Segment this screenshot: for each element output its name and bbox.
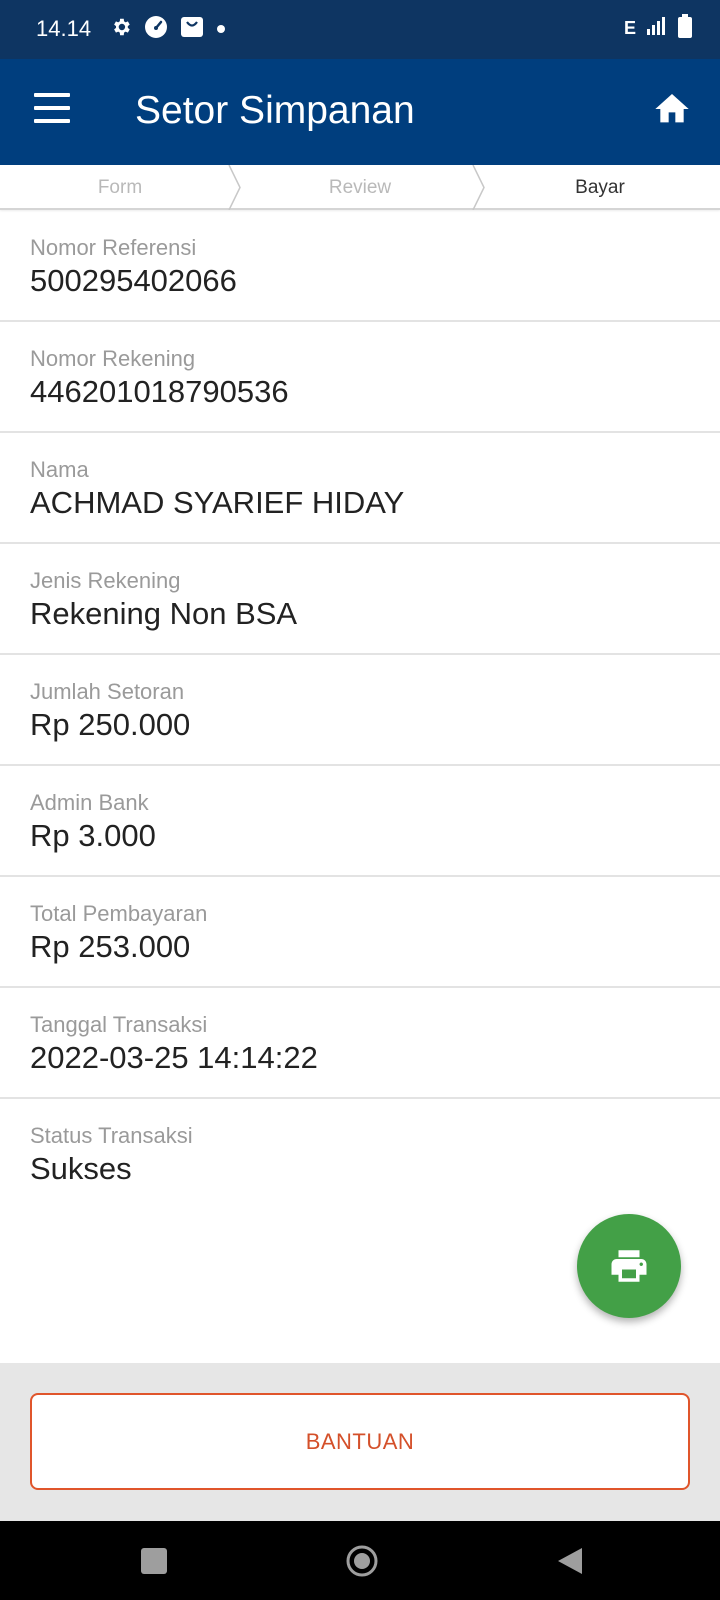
detail-label: Jenis Rekening xyxy=(30,568,181,593)
recent-apps-icon[interactable] xyxy=(141,1548,167,1574)
system-icons: E xyxy=(624,14,692,43)
detail-label: Status Transaksi xyxy=(30,1123,193,1148)
printer-icon xyxy=(611,1250,647,1282)
detail-row-account-number: Nomor Rekening 446201018790536 xyxy=(0,322,720,433)
dot-icon xyxy=(216,21,226,39)
bottom-action-area: BANTUAN xyxy=(0,1363,720,1521)
home-icon xyxy=(655,94,689,123)
shopping-bag-icon xyxy=(180,15,204,44)
detail-label: Total Pembayaran xyxy=(30,901,208,926)
network-type: E xyxy=(623,18,636,38)
detail-value: 500295402066 xyxy=(30,263,237,298)
detail-label: Tanggal Transaksi xyxy=(30,1012,208,1037)
print-button[interactable] xyxy=(577,1214,681,1318)
menu-icon xyxy=(34,93,70,97)
nav-home-icon[interactable] xyxy=(345,1544,379,1578)
step-form: Form xyxy=(97,176,143,198)
detail-row-name: Nama ACHMAD SYARIEF HIDAY xyxy=(0,433,720,544)
speedometer-icon xyxy=(144,15,168,44)
status-bar: 14.14 E xyxy=(0,0,720,59)
help-button[interactable]: BANTUAN xyxy=(30,1393,690,1490)
menu-button[interactable] xyxy=(30,93,74,133)
gear-icon xyxy=(110,16,132,43)
transaction-details: Nomor Referensi 500295402066 Nomor Reken… xyxy=(0,211,720,1210)
progress-stepper: Form Review Bayar xyxy=(0,165,720,210)
back-icon[interactable] xyxy=(556,1546,584,1576)
detail-value: Rp 3.000 xyxy=(30,818,156,853)
detail-row-account-type: Jenis Rekening Rekening Non BSA xyxy=(0,544,720,655)
detail-value: ACHMAD SYARIEF HIDAY xyxy=(30,485,405,520)
detail-label: Admin Bank xyxy=(30,790,149,815)
detail-row-total-payment: Total Pembayaran Rp 253.000 xyxy=(0,877,720,988)
detail-value: Rp 250.000 xyxy=(30,707,191,742)
detail-value: Sukses xyxy=(30,1151,132,1186)
detail-value: Rp 253.000 xyxy=(30,929,191,964)
battery-icon xyxy=(678,14,692,43)
detail-value: Rekening Non BSA xyxy=(30,596,298,631)
detail-value: 446201018790536 xyxy=(30,374,289,409)
detail-label: Nomor Rekening xyxy=(30,346,196,371)
notification-icons xyxy=(110,15,226,44)
menu-icon-bar xyxy=(34,119,70,123)
detail-label: Nama xyxy=(30,457,89,482)
detail-row-deposit-amount: Jumlah Setoran Rp 250.000 xyxy=(0,655,720,766)
detail-label: Nomor Referensi xyxy=(30,235,197,260)
detail-row-admin-fee: Admin Bank Rp 3.000 xyxy=(0,766,720,877)
detail-row-transaction-date: Tanggal Transaksi 2022-03-25 14:14:22 xyxy=(0,988,720,1099)
step-review: Review xyxy=(328,176,392,198)
detail-row-reference: Nomor Referensi 500295402066 xyxy=(0,211,720,322)
app-bar: Setor Simpanan xyxy=(0,59,720,165)
status-time: 14.14 xyxy=(36,16,92,41)
detail-label: Jumlah Setoran xyxy=(30,679,185,704)
detail-value: 2022-03-25 14:14:22 xyxy=(30,1040,318,1075)
detail-row-transaction-status: Status Transaksi Sukses xyxy=(0,1099,720,1210)
system-nav-bar xyxy=(0,1521,720,1600)
signal-icon xyxy=(646,15,668,42)
page-title: Setor Simpanan xyxy=(135,89,415,132)
step-bayar: Bayar xyxy=(575,176,625,198)
menu-icon-bar xyxy=(34,106,70,110)
home-button[interactable] xyxy=(652,89,696,133)
